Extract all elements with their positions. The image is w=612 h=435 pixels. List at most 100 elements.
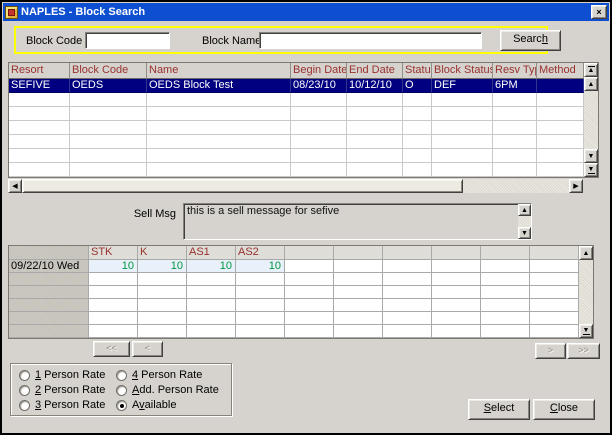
- close-icon[interactable]: ×: [591, 5, 607, 19]
- availability-value-cell[interactable]: 10: [138, 260, 187, 273]
- radio-circle-icon: [19, 370, 30, 381]
- availability-cell: [285, 299, 334, 312]
- results-cell: [291, 107, 347, 121]
- results-cell: 10/12/10: [347, 79, 403, 93]
- availability-vertical-scrollbar[interactable]: ▲ ▼: [579, 246, 593, 338]
- results-row-selected[interactable]: SEFIVEOEDSOEDS Block Test08/23/1010/12/1…: [9, 79, 584, 93]
- scroll-top-icon[interactable]: ▲: [584, 63, 598, 77]
- scroll-left-icon[interactable]: ◀: [8, 179, 22, 193]
- down-arrow-icon: ▼: [588, 166, 595, 173]
- results-header-row: ResortBlock CodeNameBegin DateEnd DateSt…: [9, 63, 584, 79]
- scroll-down-icon[interactable]: ▼: [584, 149, 598, 163]
- scroll-up-icon[interactable]: ▲: [579, 246, 593, 260]
- results-cell: [493, 135, 537, 149]
- radio-circle-icon: [19, 400, 30, 411]
- availability-cell: [383, 299, 432, 312]
- results-cell: O: [403, 79, 432, 93]
- scrollbar-track[interactable]: [584, 91, 598, 149]
- block-code-input[interactable]: [85, 32, 170, 49]
- availability-value-cell[interactable]: 10: [187, 260, 236, 273]
- availability-col-header: [334, 246, 383, 260]
- availability-cell: [236, 273, 285, 286]
- results-cell: [347, 149, 403, 163]
- results-cell: [70, 107, 147, 121]
- availability-col-header: [530, 246, 579, 260]
- results-cell: [537, 135, 584, 149]
- results-vertical-scrollbar[interactable]: ▲ ▲ ▼ ▼: [584, 63, 598, 177]
- availability-cell: [236, 286, 285, 299]
- results-cell: [70, 121, 147, 135]
- radio-label-part: Person Rate: [41, 369, 105, 381]
- results-cell: [147, 135, 291, 149]
- sell-msg-scrollbar[interactable]: ▲ ▼: [518, 204, 531, 239]
- scrollbar-track[interactable]: [463, 179, 569, 193]
- search-button[interactable]: Search: [500, 30, 561, 51]
- radio-4-person-rate[interactable]: 4 Person Rate: [116, 368, 231, 382]
- app-icon: [5, 6, 18, 19]
- left-arrow-icon: ◀: [12, 183, 17, 190]
- block-name-input[interactable]: [259, 32, 482, 49]
- availability-value-cell[interactable]: 10: [236, 260, 285, 273]
- availability-cell: [383, 260, 432, 273]
- availability-value-cell[interactable]: 10: [89, 260, 138, 273]
- radio-available[interactable]: Available: [116, 398, 231, 412]
- scroll-up-icon[interactable]: ▲: [518, 204, 531, 216]
- results-cell: [70, 149, 147, 163]
- page-first-button[interactable]: <<: [93, 341, 130, 357]
- up-arrow-icon: ▲: [583, 250, 590, 257]
- page-last-button[interactable]: >>: [567, 343, 600, 359]
- scrollbar-track[interactable]: [518, 216, 531, 227]
- availability-col-header: [432, 246, 481, 260]
- up-arrow-icon: ▲: [521, 207, 528, 214]
- availability-col-header: [285, 246, 334, 260]
- availability-cell: [481, 260, 530, 273]
- radio-label: 4 Person Rate: [132, 369, 202, 381]
- availability-cell: [530, 273, 579, 286]
- down-arrow-icon: ▼: [521, 230, 528, 237]
- radio-2-person-rate[interactable]: 2 Person Rate: [19, 383, 116, 397]
- radio-label-part: ailable: [145, 399, 177, 411]
- radio-add-person-rate[interactable]: Add. Person Rate: [116, 383, 231, 397]
- block-search-dialog: NAPLES - Block Search × Block Code Block…: [0, 0, 612, 435]
- availability-cell: [530, 299, 579, 312]
- availability-row: [9, 286, 579, 299]
- availability-cell: [530, 286, 579, 299]
- availability-cell: [481, 312, 530, 325]
- radio-1-person-rate[interactable]: 1 Person Rate: [19, 368, 116, 382]
- endstop-bar: [583, 334, 590, 335]
- page-next-button[interactable]: >: [535, 343, 566, 359]
- scrollbar-track[interactable]: [579, 260, 593, 324]
- scrollbar-thumb[interactable]: [22, 179, 463, 193]
- availability-cell: [285, 273, 334, 286]
- scroll-bottom-icon[interactable]: ▼: [584, 163, 598, 177]
- block-code-label: Block Code: [26, 35, 82, 47]
- results-cell: [403, 163, 432, 177]
- select-button[interactable]: Select: [468, 399, 530, 420]
- availability-cell: [481, 286, 530, 299]
- results-cell: [70, 93, 147, 107]
- down-arrow-icon: ▼: [588, 153, 595, 160]
- availability-cell: [383, 273, 432, 286]
- results-cell: [147, 149, 291, 163]
- results-cell: [432, 93, 493, 107]
- scroll-bottom-icon[interactable]: ▼: [579, 324, 593, 338]
- results-horizontal-scrollbar[interactable]: ◀ ▶: [8, 179, 583, 193]
- results-cell: [493, 93, 537, 107]
- availability-row-header: [9, 286, 89, 299]
- scroll-up-icon[interactable]: ▲: [584, 77, 598, 91]
- availability-cell: [89, 299, 138, 312]
- availability-cell: [432, 325, 481, 338]
- page-prev-button[interactable]: <: [132, 341, 163, 357]
- results-grid: ResortBlock CodeNameBegin DateEnd DateSt…: [9, 63, 584, 177]
- radio-3-person-rate[interactable]: 3 Person Rate: [19, 398, 116, 412]
- availability-row-header: [9, 273, 89, 286]
- close-button-label-end: lose: [558, 402, 578, 414]
- availability-cell: [432, 273, 481, 286]
- sell-msg-textarea[interactable]: this is a sell message for sefive ▲ ▼: [183, 203, 532, 240]
- results-cell: [403, 93, 432, 107]
- scroll-right-icon[interactable]: ▶: [569, 179, 583, 193]
- close-button[interactable]: Close: [533, 399, 595, 420]
- availability-cell: [138, 325, 187, 338]
- results-cell: [537, 121, 584, 135]
- scroll-down-icon[interactable]: ▼: [518, 227, 531, 239]
